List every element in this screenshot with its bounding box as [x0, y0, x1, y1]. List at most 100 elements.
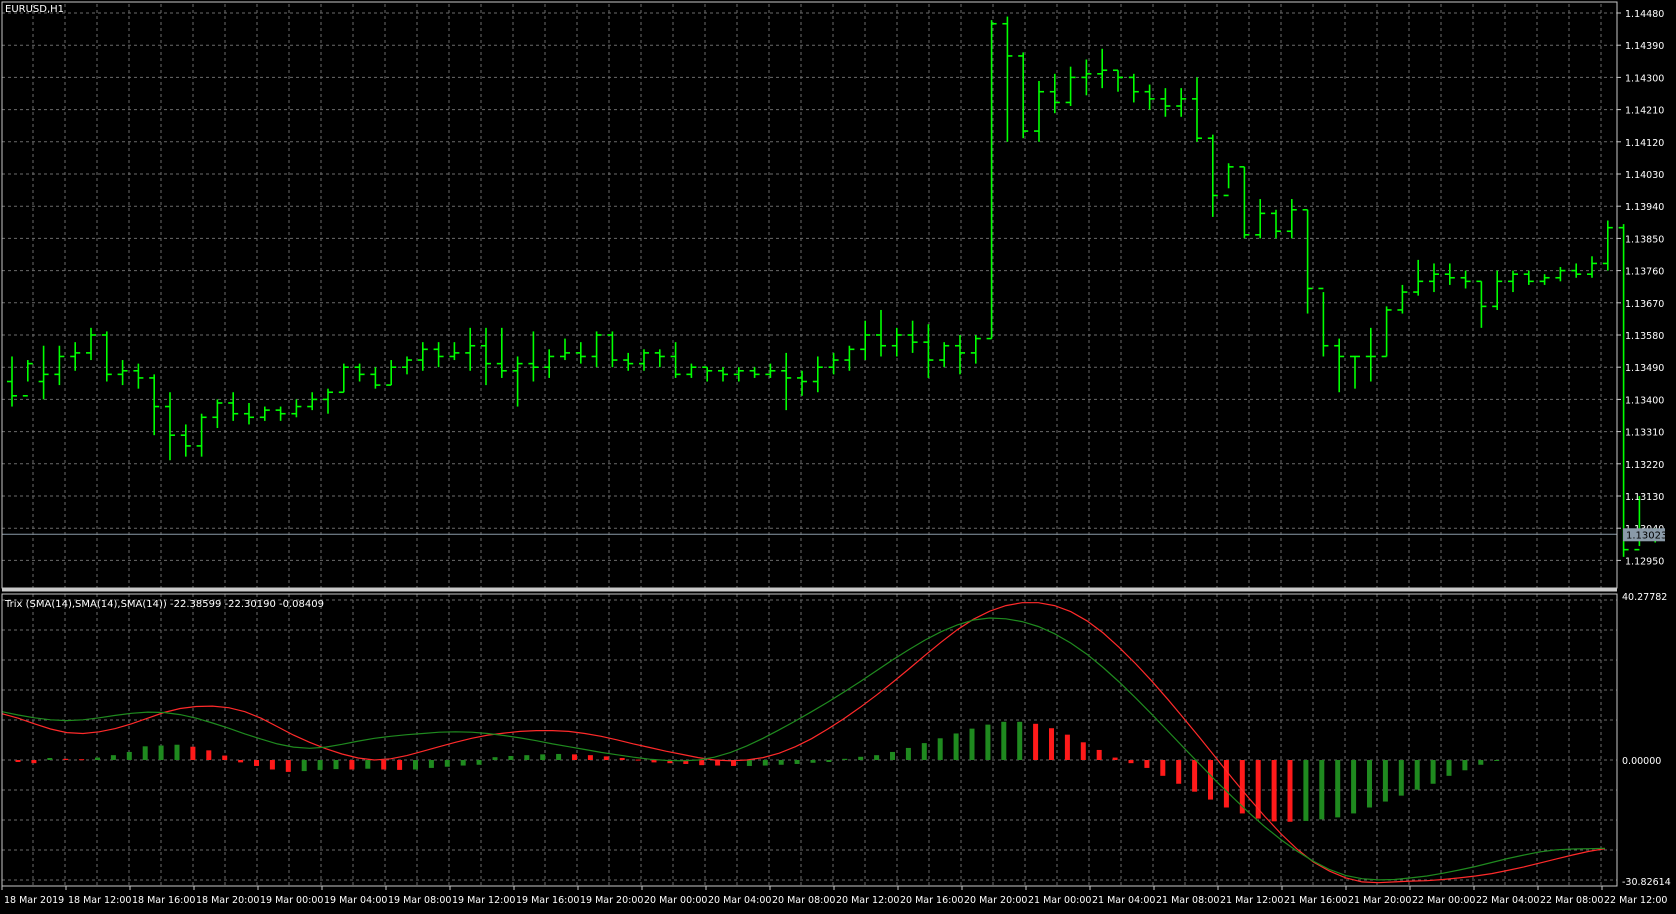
histogram-bar: [1208, 760, 1213, 800]
histogram-bar: [142, 746, 148, 760]
histogram-bar: [126, 751, 132, 760]
histogram-bar: [1080, 742, 1086, 760]
price-axis-label: 1.14030: [1625, 170, 1664, 181]
indicator-label: Trix (SMA(14),SMA(14),SMA(14)) -22.38599…: [4, 599, 324, 610]
histogram-bar: [1192, 760, 1198, 792]
histogram-bar: [317, 760, 323, 770]
price-axis-label: 1.13220: [1625, 460, 1664, 471]
histogram-bar: [651, 760, 657, 763]
histogram-bar: [572, 754, 577, 760]
histogram-bar: [158, 745, 164, 760]
price-axis-label: 1.13310: [1625, 428, 1664, 439]
price-axis-label: 1.13130: [1625, 492, 1664, 503]
time-axis-label: 20 Mar 04:00: [708, 895, 771, 906]
histogram-bar: [1398, 760, 1404, 796]
histogram-bar: [1367, 760, 1372, 808]
histogram-bar: [826, 760, 832, 762]
price-axis-label: 1.13670: [1625, 299, 1664, 310]
histogram-bar: [603, 756, 609, 760]
histogram-bar: [1446, 760, 1452, 776]
price-axis-label: 1.13850: [1625, 234, 1664, 245]
histogram-bar: [1462, 760, 1468, 771]
histogram-bar: [254, 760, 259, 766]
histogram-bar: [1064, 734, 1070, 760]
histogram-bar: [190, 746, 196, 760]
time-axis-label: 19 Mar 08:00: [388, 895, 451, 906]
histogram-bar: [985, 724, 991, 760]
time-axis-label: 20 Mar 16:00: [900, 895, 963, 906]
histogram-bar: [1160, 760, 1166, 776]
histogram-bar: [842, 758, 848, 760]
price-axis-label: 1.12950: [1625, 556, 1664, 567]
time-axis-label: 21 Mar 08:00: [1156, 895, 1219, 906]
histogram-bar: [1271, 760, 1277, 822]
time-axis-label: 21 Mar 04:00: [1092, 895, 1155, 906]
chart-canvas[interactable]: 1.14480 1.14390 1.14300 1.14210 1.14120 1.140…: [0, 0, 1676, 910]
histogram-bar: [1319, 760, 1325, 820]
histogram-bar: [699, 760, 705, 766]
histogram-bar: [47, 757, 53, 760]
histogram-bar: [1001, 721, 1007, 760]
price-axis-label: 1.14210: [1625, 106, 1664, 117]
histogram-bar: [858, 756, 864, 760]
time-axis-label: 21 Mar 20:00: [1348, 895, 1411, 906]
histogram-bar: [587, 755, 593, 760]
histogram-bar: [1223, 760, 1229, 808]
histogram-bar: [1096, 749, 1102, 760]
histogram-bar: [1017, 721, 1023, 760]
histogram-bar: [1255, 760, 1261, 819]
price-axis-label: 1.13940: [1625, 202, 1664, 213]
histogram-bar: [31, 760, 37, 764]
histogram-bar: [778, 760, 784, 765]
histogram-bar: [301, 760, 307, 772]
current-price-text: 1.13023: [1626, 530, 1667, 541]
time-axis-label: 20 Mar 12:00: [836, 895, 899, 906]
histogram-bar: [79, 759, 85, 761]
histogram-bar: [349, 760, 355, 770]
time-axis-label: 22 Mar 12:00: [1604, 895, 1667, 906]
histogram-bar: [635, 759, 641, 761]
histogram-bar: [508, 755, 514, 760]
histogram-bar: [63, 758, 69, 760]
histogram-bar: [285, 760, 291, 772]
histogram-bar: [381, 760, 387, 770]
histogram-bar: [1382, 760, 1388, 802]
time-axis-label: 18 Mar 20:00: [196, 895, 259, 906]
histogram-bar: [333, 760, 339, 770]
chart-window: 1.14480 1.14390 1.14300 1.14210 1.14120 1.140…: [0, 0, 1676, 910]
time-axis-label: 21 Mar 00:00: [1028, 895, 1091, 906]
histogram-bar: [1049, 728, 1054, 760]
time-axis-label: 21 Mar 12:00: [1220, 895, 1283, 906]
histogram-bar: [1335, 760, 1341, 818]
time-axis-label: 18 Mar 2019: [4, 895, 64, 906]
histogram-bar: [206, 750, 212, 760]
histogram-bar: [1112, 757, 1118, 760]
histogram-bar: [476, 760, 482, 765]
histogram-bar: [810, 760, 816, 763]
histogram-bar: [238, 760, 244, 763]
histogram-bar: [1414, 760, 1420, 790]
histogram-bar: [524, 755, 530, 760]
price-axis-label: 1.14120: [1625, 138, 1664, 149]
histogram-bar: [874, 755, 880, 760]
indicator-axis-label: 40.27782: [1622, 592, 1667, 603]
time-axis-label: 21 Mar 16:00: [1284, 895, 1347, 906]
histogram-bar: [890, 751, 895, 760]
histogram-bar: [794, 760, 800, 764]
histogram-bar: [222, 755, 228, 760]
price-axis-label: 1.13580: [1625, 331, 1664, 342]
price-axis-label: 1.13400: [1625, 395, 1664, 406]
histogram-bar: [1351, 760, 1357, 814]
histogram-bar: [174, 744, 180, 760]
histogram-bar: [1478, 760, 1484, 765]
histogram-bar: [460, 760, 466, 766]
histogram-bar: [540, 754, 546, 760]
histogram-bar: [1176, 760, 1182, 784]
histogram-bar: [110, 755, 116, 760]
histogram-bar: [762, 760, 768, 766]
price-axis-label: 1.14390: [1625, 41, 1664, 52]
price-axis-label: 1.13490: [1625, 363, 1664, 374]
histogram-bar: [746, 760, 752, 766]
price-axis-label: 1.14480: [1625, 9, 1664, 20]
histogram-bar: [1144, 760, 1150, 768]
